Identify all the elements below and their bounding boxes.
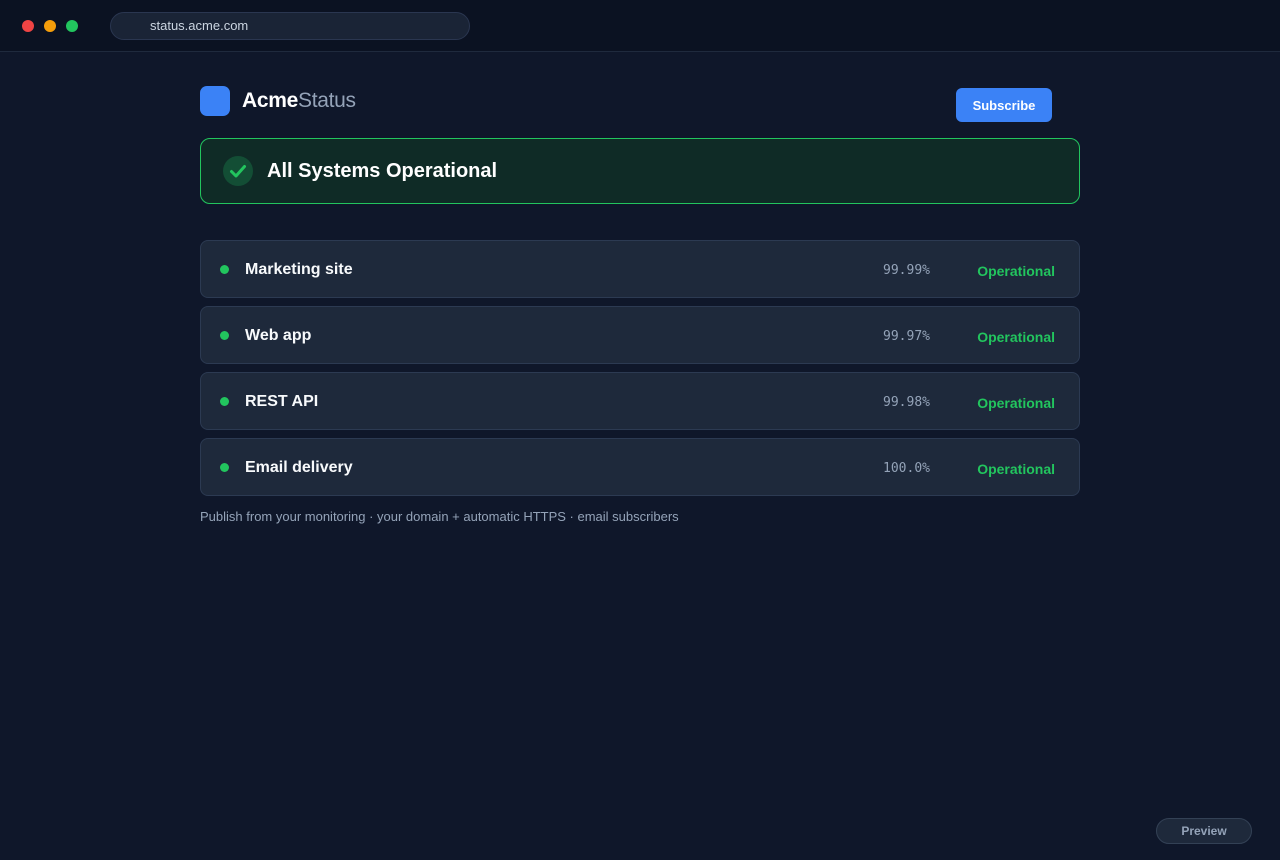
service-uptime: 99.97%: [883, 329, 930, 344]
service-name: REST API: [245, 393, 319, 410]
status-dot-icon: [220, 331, 229, 340]
browser-toolbar: status.acme.com: [0, 0, 1280, 52]
footnote: Publish from your monitoring · your doma…: [200, 509, 679, 524]
service-status: Operational: [977, 395, 1055, 411]
brand-name-primary: Acme: [242, 89, 298, 112]
status-dot-icon: [220, 265, 229, 274]
service-name: Web app: [245, 327, 312, 344]
service-uptime: 100.0%: [883, 461, 930, 476]
service-row-rest-api: REST API 99.98% Operational: [200, 372, 1080, 430]
subscribe-button[interactable]: Subscribe: [956, 88, 1052, 122]
service-row-web-app: Web app 99.97% Operational: [200, 306, 1080, 364]
status-dot-icon: [220, 397, 229, 406]
banner-title: All Systems Operational: [267, 160, 498, 182]
service-status: Operational: [977, 461, 1055, 477]
service-status: Operational: [977, 329, 1055, 345]
service-row-email-delivery: Email delivery 100.0% Operational: [200, 438, 1080, 496]
brand-name: AcmeStatus: [242, 88, 356, 114]
brand-logo: [200, 86, 230, 116]
status-dot-icon: [220, 463, 229, 472]
service-status: Operational: [977, 263, 1055, 279]
minimize-window-button[interactable]: [44, 20, 56, 32]
brand-name-secondary: Status: [298, 89, 356, 112]
maximize-window-button[interactable]: [66, 20, 78, 32]
check-icon: [223, 156, 253, 186]
service-row-marketing-site: Marketing site 99.99% Operational: [200, 240, 1080, 298]
service-uptime: 99.98%: [883, 395, 930, 410]
address-bar[interactable]: status.acme.com: [110, 12, 470, 40]
service-name: Email delivery: [245, 459, 353, 476]
close-window-button[interactable]: [22, 20, 34, 32]
service-uptime: 99.99%: [883, 263, 930, 278]
address-bar-url: status.acme.com: [150, 18, 249, 33]
status-banner: All Systems Operational: [200, 138, 1080, 204]
service-name: Marketing site: [245, 261, 353, 278]
preview-button[interactable]: Preview: [1156, 818, 1252, 844]
